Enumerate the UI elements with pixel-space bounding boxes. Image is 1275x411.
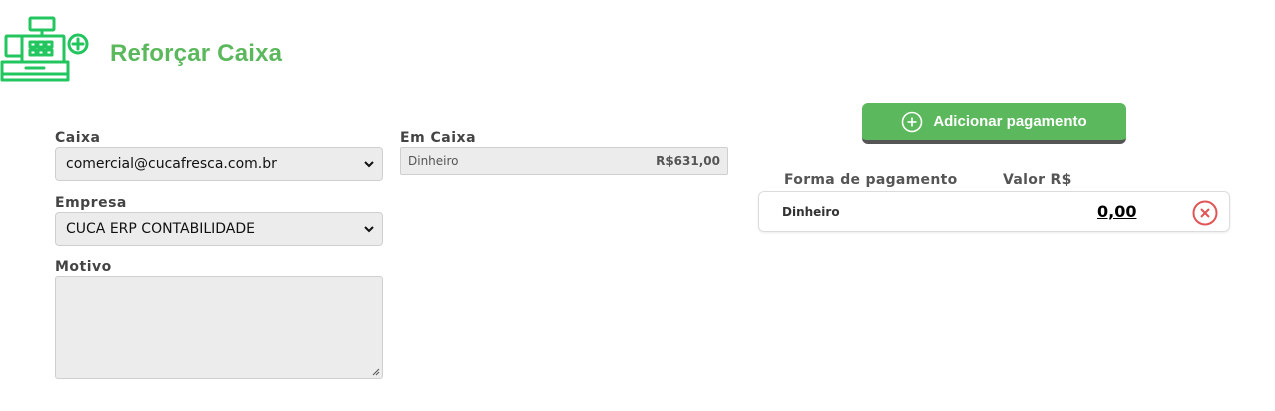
payment-value-input[interactable]: 0,00: [1097, 202, 1136, 221]
em-caixa-method: Dinheiro: [408, 154, 459, 168]
payment-row: Dinheiro 0,00: [758, 191, 1230, 232]
empresa-label: Empresa: [55, 195, 127, 211]
cash-register-plus-icon: [0, 16, 89, 82]
motivo-label: Motivo: [55, 259, 112, 275]
motivo-textarea[interactable]: [55, 276, 383, 379]
remove-circle-icon[interactable]: [1192, 200, 1218, 226]
add-payment-button[interactable]: Adicionar pagamento: [862, 103, 1126, 144]
plus-circle-icon: [902, 111, 923, 132]
empresa-select-value: CUCA ERP CONTABILIDADE: [66, 221, 255, 237]
chevron-down-icon: [364, 226, 374, 233]
add-payment-label: Adicionar pagamento: [933, 113, 1087, 130]
caixa-select-value: comercial@cucafresca.com.br: [66, 156, 277, 172]
resize-grip-icon[interactable]: [372, 368, 380, 376]
empresa-select[interactable]: CUCA ERP CONTABILIDADE: [55, 212, 383, 246]
chevron-down-icon: [364, 161, 374, 168]
caixa-select[interactable]: comercial@cucafresca.com.br: [55, 147, 383, 181]
column-header-value: Valor R$: [1003, 172, 1072, 188]
em-caixa-value: R$631,00: [656, 154, 720, 168]
em-caixa-label: Em Caixa: [400, 130, 477, 146]
caixa-label: Caixa: [55, 130, 101, 146]
page-title: Reforçar Caixa: [110, 40, 283, 67]
payment-method: Dinheiro: [782, 205, 840, 219]
column-header-method: Forma de pagamento: [784, 172, 958, 188]
em-caixa-row: Dinheiro R$631,00: [400, 147, 728, 175]
